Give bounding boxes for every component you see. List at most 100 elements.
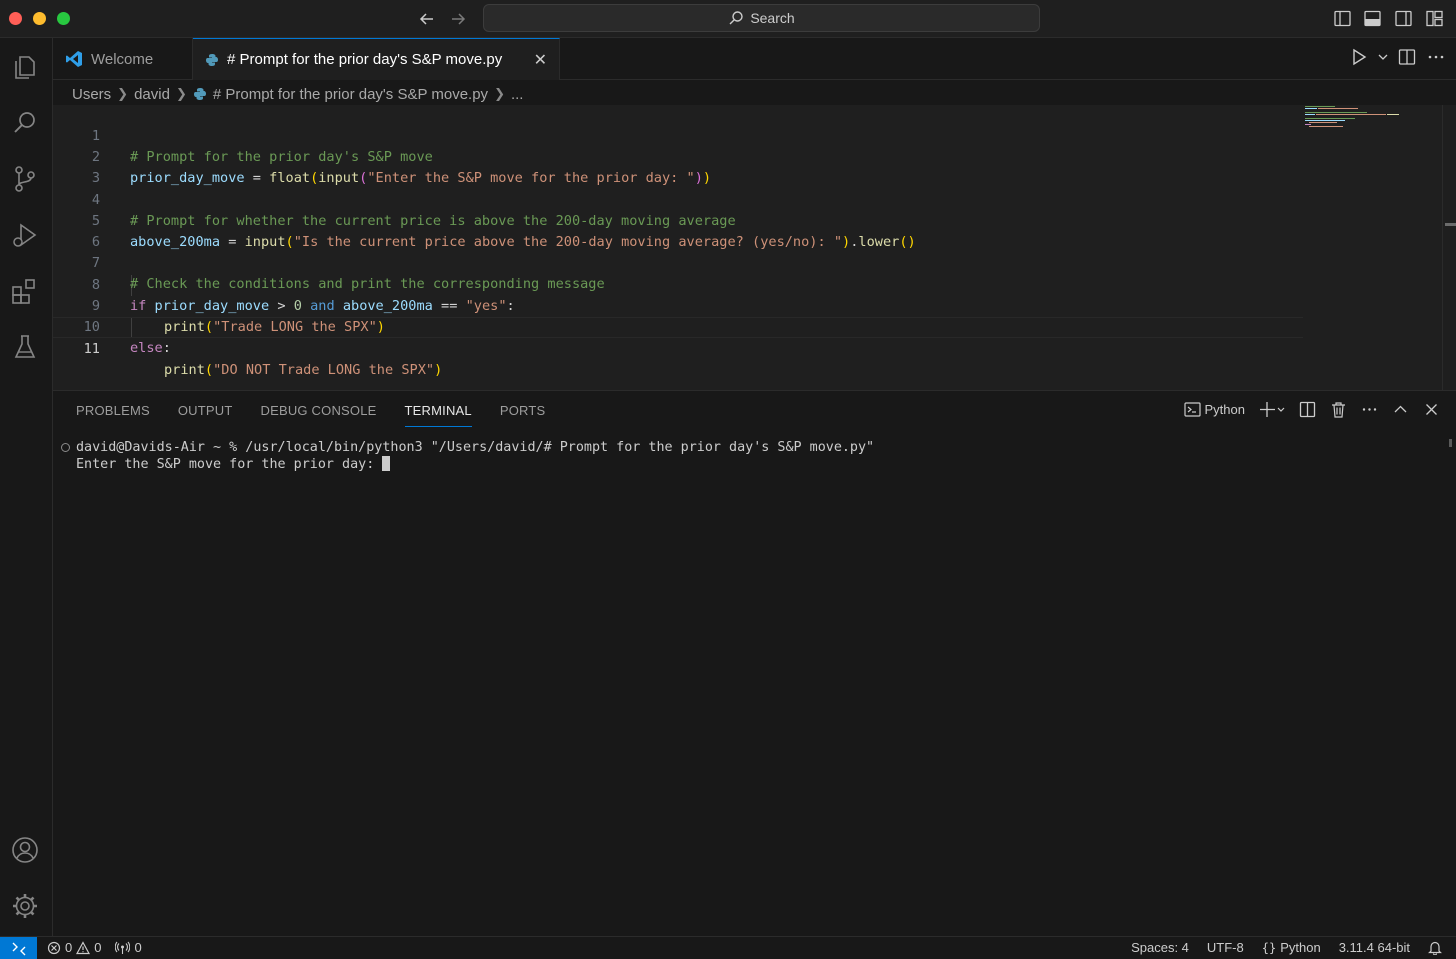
- terminal-prompt: Enter the S&P move for the prior day:: [76, 457, 383, 472]
- search-icon[interactable]: [10, 108, 40, 138]
- tab-python-file[interactable]: # Prompt for the prior day's S&P move.py…: [193, 38, 560, 80]
- trash-icon[interactable]: [1330, 401, 1347, 418]
- problems-indicator[interactable]: 0 0: [47, 940, 101, 955]
- chevron-up-icon[interactable]: [1392, 401, 1409, 418]
- code-line: 7 # Check the conditions and print the c…: [53, 232, 1303, 292]
- interpreter-indicator[interactable]: 3.11.4 64-bit: [1339, 940, 1410, 955]
- broadcast-icon: [115, 941, 131, 954]
- braces-icon: {}: [1261, 940, 1277, 955]
- toggle-secondary-sidebar-icon[interactable]: [1395, 10, 1412, 27]
- code-line: 6: [53, 211, 1303, 250]
- vscode-logo-icon: [66, 51, 82, 67]
- tab-label: # Prompt for the prior day's S&P move.py: [227, 51, 503, 68]
- activity-bar: [0, 38, 53, 936]
- tab-terminal[interactable]: TERMINAL: [404, 403, 472, 427]
- tab-label: Welcome: [91, 50, 154, 68]
- bottom-panel: PROBLEMS OUTPUT DEBUG CONSOLE TERMINAL P…: [53, 390, 1456, 936]
- close-icon[interactable]: [1423, 401, 1440, 418]
- close-icon[interactable]: ✕: [534, 50, 547, 70]
- tab-debug-console[interactable]: DEBUG CONSOLE: [261, 403, 377, 427]
- toggle-primary-sidebar-icon[interactable]: [1334, 10, 1351, 27]
- command-center-search[interactable]: Search: [483, 4, 1040, 32]
- terminal-line: david@Davids-Air ~ % /usr/local/bin/pyth…: [61, 439, 874, 456]
- settings-gear-icon[interactable]: [10, 891, 40, 921]
- breadcrumb-item-symbols[interactable]: ...: [511, 86, 524, 103]
- warning-count: 0: [94, 940, 102, 955]
- tab-problems[interactable]: PROBLEMS: [76, 403, 150, 427]
- code-token: print: [164, 362, 205, 378]
- python-file-icon: [193, 88, 206, 100]
- new-terminal-icon[interactable]: [1259, 401, 1285, 418]
- terminal-cursor: [382, 456, 391, 471]
- encoding-indicator[interactable]: UTF-8: [1207, 940, 1244, 955]
- forward-arrow-icon[interactable]: [447, 8, 469, 30]
- code-line: 3: [53, 147, 1303, 186]
- tab-welcome[interactable]: Welcome: [53, 38, 193, 80]
- command-status-dot: [61, 443, 70, 452]
- warning-icon: [76, 940, 91, 954]
- explorer-icon[interactable]: [10, 52, 40, 82]
- editor-tab-bar: Welcome # Prompt for the prior day's S&P…: [53, 38, 1456, 80]
- code-line: 9 print("Trade LONG the SPX"): [53, 275, 1303, 335]
- ports-indicator[interactable]: 0: [115, 940, 142, 955]
- status-bar: 0 0 0 Spaces: 4 UTF-8 {} Python 3.11.4 6…: [0, 936, 1456, 959]
- split-editor-icon[interactable]: [1398, 48, 1416, 66]
- breadcrumb-item-users[interactable]: Users: [72, 86, 111, 103]
- more-actions-icon[interactable]: [1426, 48, 1446, 66]
- chevron-down-icon[interactable]: [1378, 48, 1388, 66]
- breadcrumb-item-david[interactable]: david: [134, 86, 170, 103]
- source-control-icon[interactable]: [10, 164, 40, 194]
- code-line: 1 # Prompt for the prior day's S&P move: [53, 105, 1303, 165]
- bell-icon[interactable]: [1428, 940, 1442, 955]
- terminal-icon: [1183, 402, 1201, 417]
- terminal-command: david@Davids-Air ~ % /usr/local/bin/pyth…: [76, 440, 875, 455]
- terminal-output[interactable]: david@Davids-Air ~ % /usr/local/bin/pyth…: [61, 439, 874, 473]
- toggle-panel-icon[interactable]: [1364, 10, 1381, 27]
- back-arrow-icon[interactable]: [416, 8, 438, 30]
- tab-output[interactable]: OUTPUT: [178, 403, 233, 427]
- code-token: :: [162, 340, 171, 356]
- code-editor[interactable]: 1 # Prompt for the prior day's S&P move …: [53, 105, 1456, 390]
- minimap[interactable]: [1303, 105, 1443, 145]
- chevron-right-icon: ❯: [494, 86, 505, 101]
- split-terminal-icon[interactable]: [1299, 401, 1316, 418]
- line-number: 11: [83, 341, 100, 357]
- code-token: ): [434, 362, 443, 378]
- more-actions-icon[interactable]: [1361, 401, 1378, 418]
- error-count: 0: [65, 940, 73, 955]
- window-close-button[interactable]: [9, 12, 22, 25]
- python-file-icon: [206, 53, 218, 66]
- code-line: 10 else:: [53, 296, 1303, 356]
- remote-indicator[interactable]: [0, 937, 37, 959]
- language-label: Python: [1280, 940, 1321, 955]
- accounts-icon[interactable]: [10, 835, 40, 865]
- run-file-icon[interactable]: [1350, 48, 1368, 66]
- code-line: 4 # Prompt for whether the current price…: [53, 169, 1303, 229]
- extensions-icon[interactable]: [10, 276, 40, 306]
- chevron-right-icon: ❯: [175, 86, 187, 101]
- breadcrumb: Users ❯ david ❯ # Prompt for the prior d…: [72, 84, 523, 104]
- code-token: else: [130, 340, 163, 356]
- tab-ports[interactable]: PORTS: [500, 403, 546, 427]
- code-line: 5 above_200ma = input("Is the current pr…: [53, 190, 1303, 250]
- window-minimize-button[interactable]: [33, 12, 46, 25]
- terminal-scrollbar[interactable]: [1449, 439, 1452, 447]
- testing-flask-icon[interactable]: [10, 332, 40, 362]
- indentation-indicator[interactable]: Spaces: 4: [1131, 940, 1189, 955]
- ports-count: 0: [134, 940, 142, 955]
- code-line: 8 if prior_day_move > 0 and above_200ma …: [53, 254, 1303, 314]
- code-token: (: [204, 362, 214, 378]
- search-label: Search: [750, 10, 795, 26]
- customize-layout-icon[interactable]: [1426, 10, 1443, 27]
- terminal-profile-label: Python: [1204, 402, 1245, 417]
- error-icon: [47, 941, 61, 954]
- window-maximize-button[interactable]: [57, 12, 70, 25]
- editor-scrollbar[interactable]: [1442, 105, 1456, 390]
- terminal-profile-selector[interactable]: Python: [1183, 401, 1245, 418]
- code-token: "DO NOT Trade LONG the SPX": [213, 362, 435, 378]
- run-and-debug-icon[interactable]: [10, 220, 40, 250]
- language-mode-indicator[interactable]: {} Python: [1262, 940, 1321, 955]
- remote-icon: [12, 942, 25, 955]
- breadcrumb-item-file[interactable]: # Prompt for the prior day's S&P move.py: [213, 86, 488, 103]
- search-icon: [729, 11, 744, 25]
